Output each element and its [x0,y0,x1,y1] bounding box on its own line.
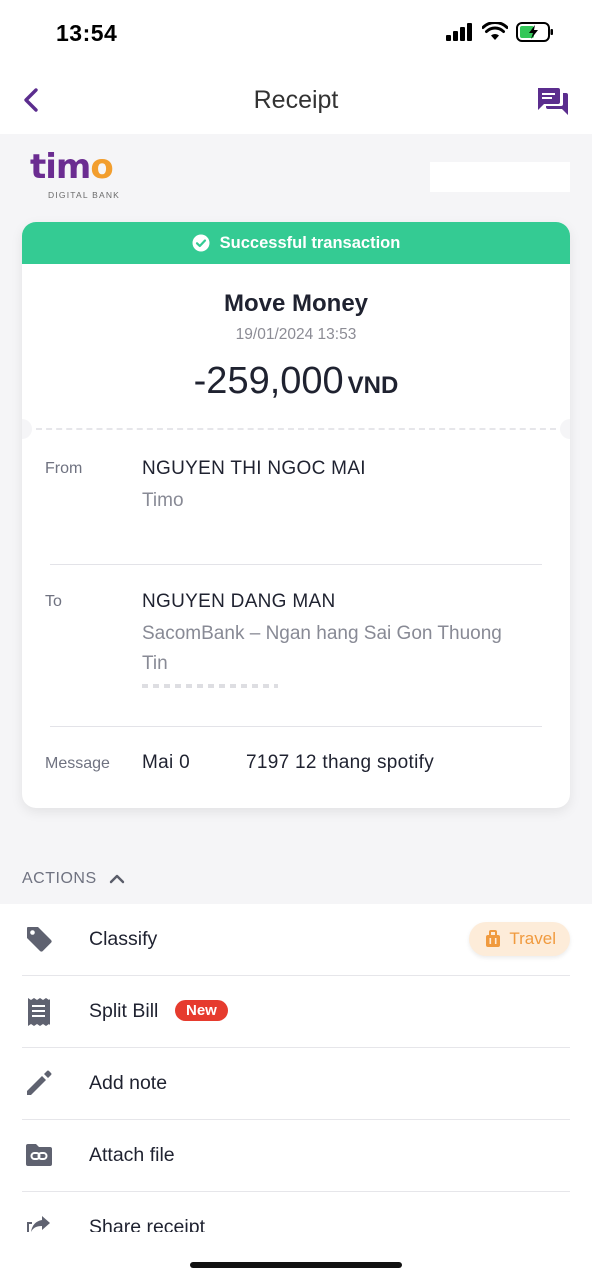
transaction-date: 19/01/2024 13:53 [235,326,357,343]
action-label: Classify [89,928,158,950]
actions-header-label: ACTIONS [22,870,97,887]
page-title: Receipt [253,86,339,114]
category-tag-label: Travel [509,929,556,948]
status-text: Successful transaction [219,233,401,252]
status-icons [446,22,554,42]
dashed-divider [36,428,556,430]
action-label: Attach file [89,1144,175,1166]
status-time: 13:54 [56,20,118,46]
message-part-1: Mai 0 [142,752,190,773]
timo-logo: timo DIGITAL BANK [30,150,140,210]
action-label: Split Bill [89,1000,159,1022]
divider [50,564,542,565]
action-label: Add note [89,1072,168,1094]
status-bar: 13:54 [0,0,592,70]
to-label: To [45,593,62,610]
ticket-notch-left [22,419,32,439]
category-tag[interactable]: Travel [469,922,570,956]
actions-list: Classify Travel Split Bill New Add note … [0,904,592,1280]
new-badge: New [175,1000,228,1021]
nav-bar: Receipt [0,70,592,134]
tag-icon [27,927,52,952]
chevron-up-icon [109,874,124,884]
logo-wordmark: timo [30,147,114,187]
from-name: NGUYEN THI NGOC MAI [142,458,366,479]
battery-icon [516,22,553,42]
amount-currency: VND [347,372,399,399]
home-indicator[interactable] [190,1262,402,1268]
success-banner: Successful transaction [22,222,570,264]
action-split-bill[interactable]: Split Bill New [0,976,592,1048]
check-circle-icon [192,234,210,252]
from-bank: Timo [142,490,184,511]
receipt-icon [28,998,50,1026]
action-attach-file[interactable]: Attach file [0,1120,592,1192]
redacted-box [430,162,570,192]
receipt-card: Successful transaction Move Money 19/01/… [22,222,570,808]
attach-folder-icon [26,1144,52,1166]
action-classify[interactable]: Classify Travel [0,904,592,976]
message-part-2: 7197 12 thang spotify [246,752,434,773]
ticket-notch-right [560,419,570,439]
briefcase-icon [486,930,501,947]
redacted-account-number [142,684,278,688]
actions-header[interactable]: ACTIONS [22,870,125,888]
message-label: Message [45,755,110,772]
divider [50,726,542,727]
pencil-icon [27,1070,52,1095]
action-add-note[interactable]: Add note [0,1048,592,1120]
amount-value: -259,000 [193,360,344,402]
to-name: NGUYEN DANG MAN [142,591,336,612]
chat-icon[interactable] [536,84,570,118]
logo-subtitle: DIGITAL BANK [48,190,121,200]
to-bank: SacomBank – Ngan hang Sai Gon Thuong Tin [142,623,502,674]
from-label: From [45,460,83,477]
signal-icon [446,23,472,41]
bottom-overlay [0,1232,592,1280]
transaction-title: Move Money [223,290,369,317]
transaction-amount: -259,000 VND [22,360,570,403]
wifi-icon [482,22,508,40]
